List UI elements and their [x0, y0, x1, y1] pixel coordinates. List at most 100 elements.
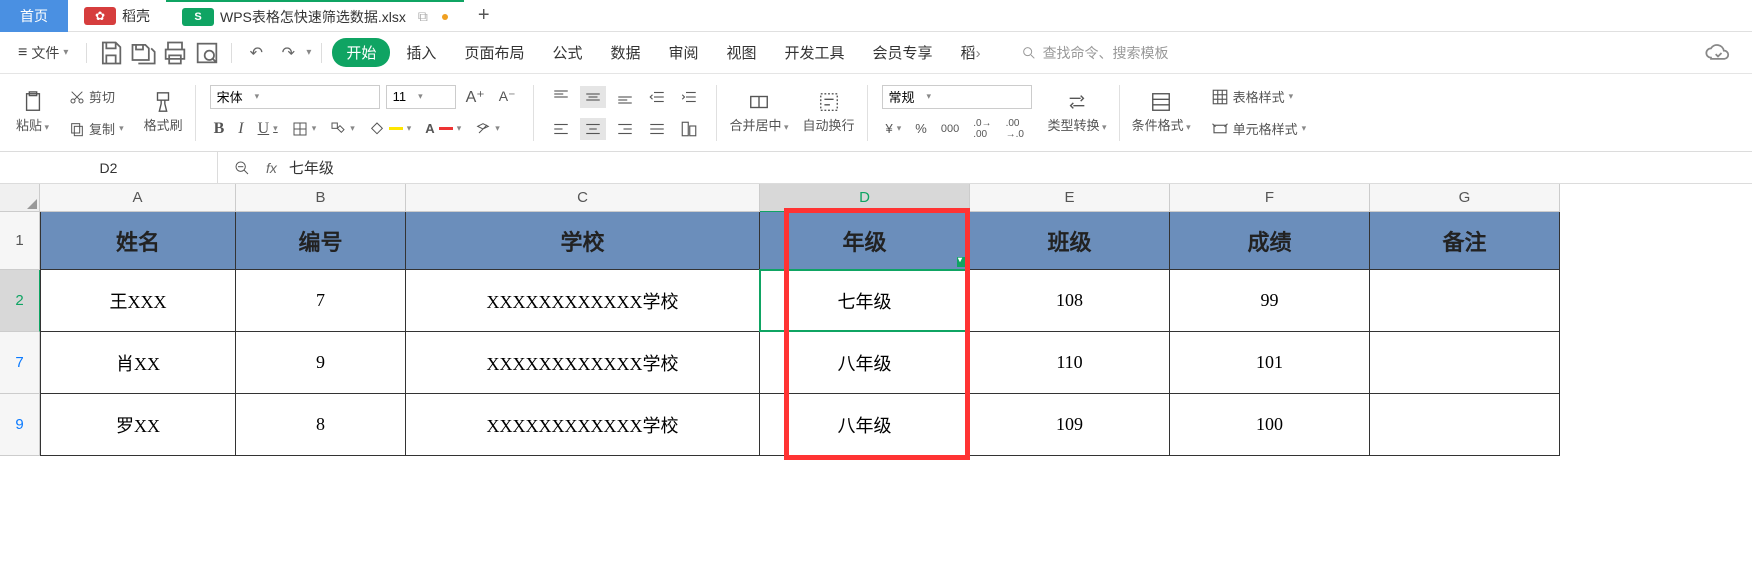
data-cell[interactable]: XXXXXXXXXXXX学校 [406, 270, 760, 332]
data-cell[interactable]: 8 [236, 394, 406, 456]
align-left-button[interactable] [548, 118, 574, 140]
wrap-text-button[interactable]: 自动换行 [797, 80, 861, 144]
data-cell[interactable]: 肖XX [40, 332, 236, 394]
col-header-C[interactable]: C [406, 184, 760, 212]
align-top-button[interactable] [548, 86, 574, 108]
ribbon-tab-formula[interactable]: 公式 [540, 38, 594, 67]
ribbon-tab-view[interactable]: 视图 [715, 38, 769, 67]
align-middle-button[interactable] [580, 86, 606, 108]
data-cell[interactable]: 7 [236, 270, 406, 332]
align-bottom-button[interactable] [612, 86, 638, 108]
print-button[interactable] [161, 39, 189, 67]
ribbon-tab-dev[interactable]: 开发工具 [773, 38, 857, 67]
align-right-button[interactable] [612, 118, 638, 140]
data-cell[interactable]: XXXXXXXXXXXX学校 [406, 332, 760, 394]
col-header-A[interactable]: A [40, 184, 236, 212]
redo-button[interactable]: ↷ [274, 39, 302, 67]
file-menu[interactable]: ≡ 文件 ▾ [10, 39, 76, 67]
data-cell[interactable]: 99 [1170, 270, 1370, 332]
popout-icon[interactable]: ⧉ [418, 8, 428, 25]
save-as-button[interactable] [129, 39, 157, 67]
thousands-button[interactable]: 000 [937, 121, 963, 137]
align-center-button[interactable] [580, 118, 606, 140]
data-cell[interactable]: 八年级 [760, 332, 970, 394]
table-style-button[interactable]: 表格样式▾ [1207, 85, 1298, 108]
data-cell[interactable]: 108 [970, 270, 1170, 332]
cell-format-button[interactable]: ▾ [326, 119, 359, 139]
fx-icon[interactable]: fx [266, 160, 277, 176]
header-cell[interactable]: 学校 [406, 212, 760, 270]
header-cell[interactable]: 编号 [236, 212, 406, 270]
clear-format-button[interactable]: ▾ [471, 119, 504, 139]
col-header-F[interactable]: F [1170, 184, 1370, 212]
cut-button[interactable]: 剪切 [65, 85, 119, 108]
italic-button[interactable]: I [234, 118, 247, 140]
number-format-select[interactable]: 常规▾ [882, 85, 1032, 109]
orientation-button[interactable] [676, 118, 702, 140]
increase-decimal-button[interactable]: .0→.00 [969, 116, 995, 142]
select-all-corner[interactable] [0, 184, 40, 212]
fill-color-button[interactable]: ▾ [365, 119, 416, 139]
row-header[interactable]: 1 [0, 212, 40, 270]
percent-button[interactable]: % [911, 119, 931, 138]
col-header-D[interactable]: D [760, 184, 970, 212]
decrease-decimal-button[interactable]: .00→.0 [1002, 116, 1028, 142]
data-cell[interactable]: 王XXX [40, 270, 236, 332]
tab-sheet[interactable]: S WPS表格怎快速筛选数据.xlsx ⧉ [166, 0, 464, 32]
paste-button[interactable]: 粘贴 ▾ [10, 80, 55, 144]
decrease-indent-button[interactable] [644, 86, 670, 108]
search-input[interactable]: 查找命令、搜索模板 [1021, 43, 1169, 63]
data-cell[interactable]: 罗XX [40, 394, 236, 456]
formula-input[interactable]: 七年级 [289, 157, 334, 178]
decrease-font-button[interactable]: A⁻ [495, 86, 520, 107]
tab-home[interactable]: 首页 [0, 0, 68, 32]
underline-button[interactable]: U▾ [254, 118, 282, 140]
border-button[interactable]: ▾ [288, 119, 321, 139]
col-header-B[interactable]: B [236, 184, 406, 212]
spreadsheet-grid[interactable]: ABCDEFG 1姓名编号学校年级班级成绩备注2王XXX7XXXXXXXXXXX… [0, 184, 1752, 456]
save-button[interactable] [97, 39, 125, 67]
justify-button[interactable] [644, 118, 670, 140]
ribbon-tab-insert[interactable]: 插入 [394, 38, 448, 67]
format-painter-button[interactable]: 格式刷 [138, 80, 189, 144]
col-header-E[interactable]: E [970, 184, 1170, 212]
new-tab-button[interactable]: + [464, 4, 504, 27]
data-cell[interactable]: 9 [236, 332, 406, 394]
header-cell[interactable]: 年级 [760, 212, 970, 270]
data-cell[interactable]: 101 [1170, 332, 1370, 394]
ribbon-tab-member[interactable]: 会员专享 [861, 38, 945, 67]
ribbon-tab-data[interactable]: 数据 [598, 38, 652, 67]
data-cell[interactable]: 110 [970, 332, 1170, 394]
currency-button[interactable]: ¥▾ [882, 119, 906, 138]
ribbon-tab-docer[interactable]: 稻› [949, 38, 993, 67]
header-cell[interactable]: 班级 [970, 212, 1170, 270]
header-cell[interactable]: 成绩 [1170, 212, 1370, 270]
cell-style-button[interactable]: 单元格样式▾ [1207, 117, 1311, 140]
type-convert-button[interactable]: 类型转换 ▾ [1042, 80, 1113, 144]
data-cell[interactable] [1370, 270, 1560, 332]
font-name-select[interactable]: 宋体▾ [210, 85, 380, 109]
header-cell[interactable]: 备注 [1370, 212, 1560, 270]
ribbon-tab-page-layout[interactable]: 页面布局 [452, 38, 536, 67]
data-cell[interactable] [1370, 394, 1560, 456]
merge-center-button[interactable]: 合并居中 ▾ [723, 80, 794, 144]
row-header[interactable]: 7 [0, 332, 40, 394]
font-color-button[interactable]: A▾ [421, 119, 465, 138]
filter-indicator-icon[interactable] [957, 257, 967, 267]
bold-button[interactable]: B [210, 118, 229, 140]
font-size-select[interactable]: 11▾ [386, 85, 456, 109]
copy-button[interactable]: 复制▾ [65, 117, 128, 140]
name-box[interactable]: D2 [0, 152, 218, 183]
ribbon-tab-start[interactable]: 开始 [332, 38, 390, 67]
print-preview-button[interactable] [193, 39, 221, 67]
tab-docer[interactable]: ✿ 稻壳 [68, 0, 166, 32]
increase-indent-button[interactable] [676, 86, 702, 108]
conditional-format-button[interactable]: 条件格式 ▾ [1126, 80, 1197, 144]
data-cell[interactable]: 109 [970, 394, 1170, 456]
row-header[interactable]: 2 [0, 270, 40, 332]
zoom-out-fx-icon[interactable] [230, 158, 254, 178]
data-cell[interactable]: 100 [1170, 394, 1370, 456]
chevron-down-icon[interactable]: ▾ [306, 47, 311, 58]
header-cell[interactable]: 姓名 [40, 212, 236, 270]
ribbon-tab-review[interactable]: 审阅 [656, 38, 710, 67]
